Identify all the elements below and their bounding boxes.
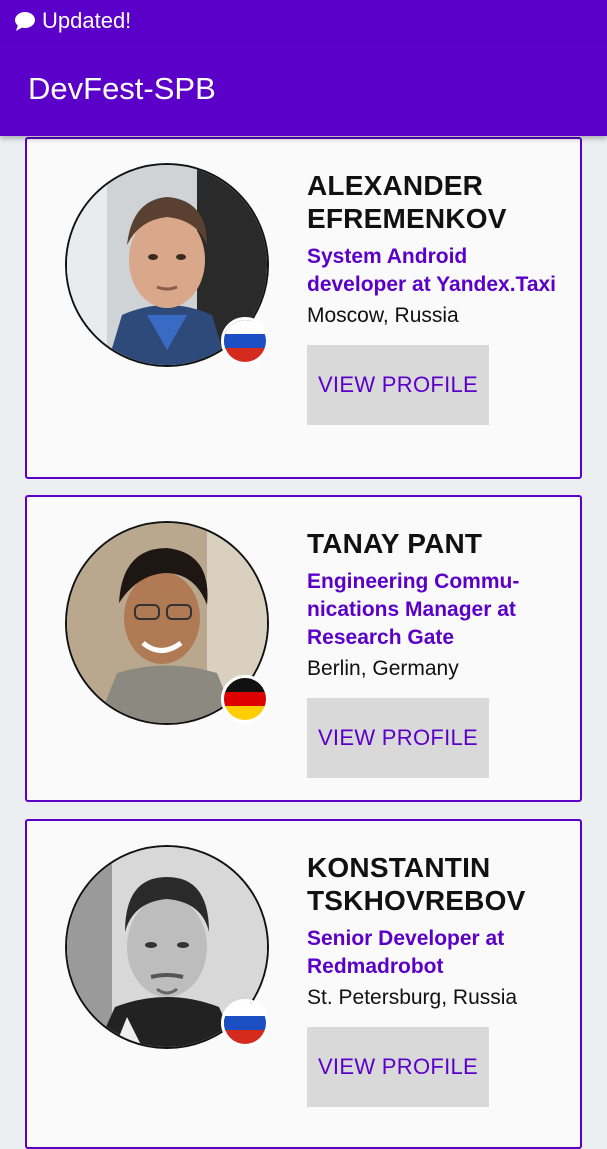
app-title: DevFest-SPB <box>28 71 216 106</box>
speaker-location: Berlin, Germany <box>307 657 459 680</box>
view-profile-button[interactable]: VIEW PROFILE <box>307 698 489 778</box>
view-profile-button[interactable]: VIEW PROFILE <box>307 345 489 425</box>
speaker-name: ALEXANDER EFREMENKOV <box>307 170 507 234</box>
status-notification-text: Updated! <box>42 8 132 33</box>
speaker-title: System Android developer at Yandex.Taxi <box>307 245 557 296</box>
speaker-title: Engineering Commu-nications Manager at R… <box>307 570 520 649</box>
speaker-avatar-wrap <box>65 845 269 1049</box>
speaker-location: St. Petersburg, Russia <box>307 986 518 1009</box>
speaker-name: KONSTANTIN TSKHOVREBOV <box>307 852 526 916</box>
speaker-card[interactable]: ALEXANDER EFREMENKOV System Android deve… <box>25 137 582 479</box>
view-profile-button[interactable]: VIEW PROFILE <box>307 1027 489 1107</box>
germany-flag-icon <box>221 675 269 723</box>
speaker-info: TANAY PANT Engineering Commu-nications M… <box>307 527 557 778</box>
speaker-name: TANAY PANT <box>307 528 483 559</box>
russia-flag-icon <box>221 317 269 365</box>
speaker-card[interactable]: TANAY PANT Engineering Commu-nications M… <box>25 495 582 802</box>
speaker-avatar-wrap <box>65 163 269 367</box>
speaker-location: Moscow, Russia <box>307 304 459 327</box>
chat-bubble-icon <box>14 10 36 32</box>
speaker-avatar-wrap <box>65 521 269 725</box>
russia-flag-icon <box>221 999 269 1047</box>
speaker-title: Senior Developer at Redmadrobot <box>307 927 505 978</box>
speaker-card[interactable]: KONSTANTIN TSKHOVREBOV Senior Developer … <box>25 819 582 1149</box>
speaker-info: ALEXANDER EFREMENKOV System Android deve… <box>307 169 557 425</box>
speaker-info: KONSTANTIN TSKHOVREBOV Senior Developer … <box>307 851 557 1107</box>
app-bar: DevFest-SPB <box>0 42 607 136</box>
status-bar: Updated! <box>0 0 607 42</box>
